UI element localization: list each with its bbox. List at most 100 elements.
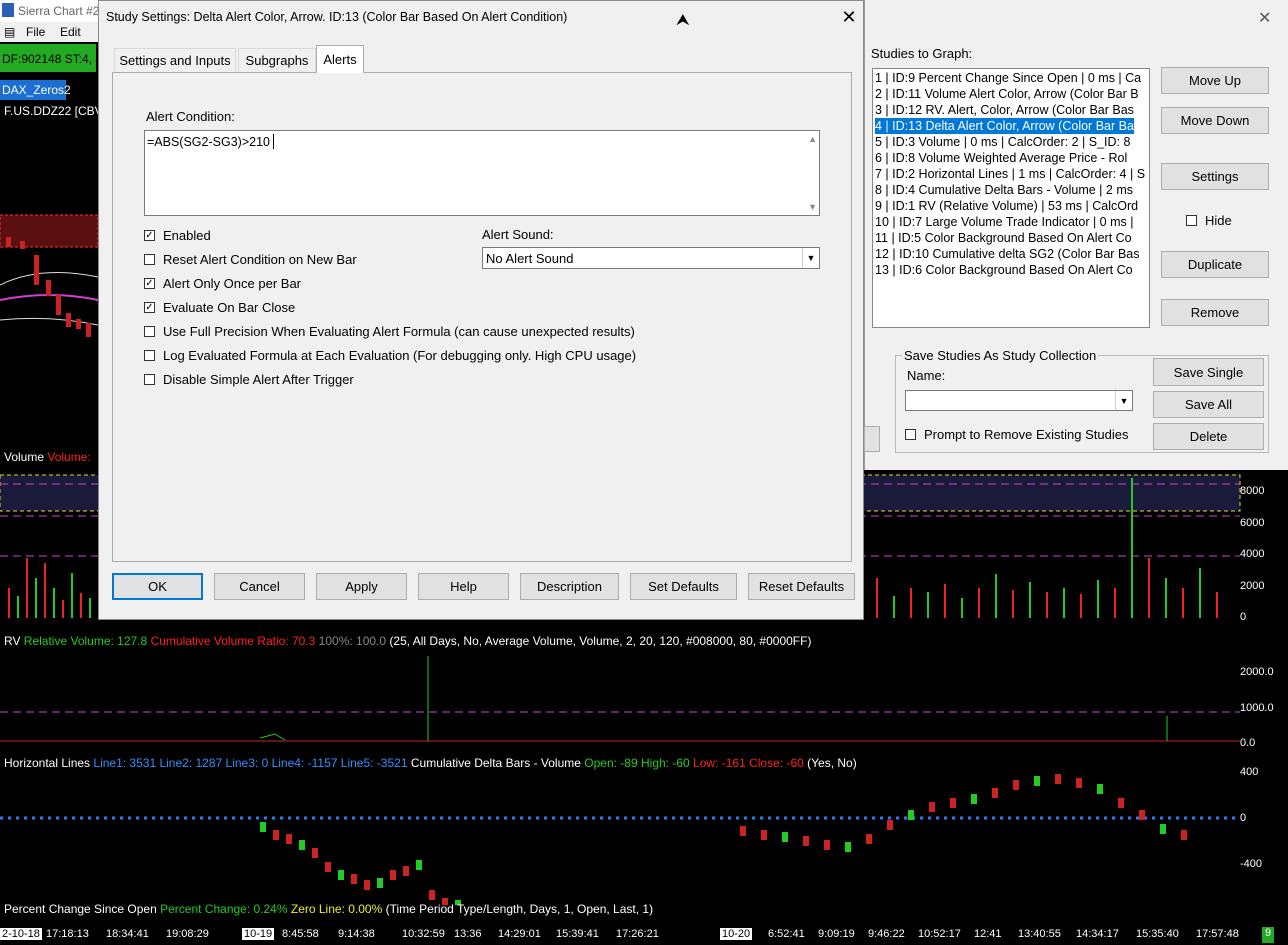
chart-tab-label: DAX_Zeros2 xyxy=(2,83,71,97)
evaluate-bar-close-checkbox[interactable]: ✓ Evaluate On Bar Close xyxy=(144,298,295,316)
study-item[interactable]: 6 | ID:8 Volume Weighted Average Price -… xyxy=(875,150,1127,166)
cdb-candle xyxy=(761,830,767,840)
duplicate-button[interactable]: Duplicate xyxy=(1161,251,1269,278)
menu-edit[interactable]: Edit xyxy=(60,25,81,39)
checkbox-box[interactable] xyxy=(144,325,155,337)
cdb-candle xyxy=(416,860,422,870)
study-item[interactable]: 10 | ID:7 Large Volume Trade Indicator |… xyxy=(875,214,1133,230)
description-button[interactable]: Description xyxy=(520,573,619,600)
set-defaults-button[interactable]: Set Defaults xyxy=(630,573,737,600)
alert-condition-input[interactable]: =ABS(SG2-SG3)>210 ▲ ▼ xyxy=(144,130,820,216)
menu-file[interactable]: File xyxy=(26,25,45,39)
chevron-down-icon[interactable]: ▼ xyxy=(802,248,819,268)
cdb-candle xyxy=(325,862,331,872)
volume-bar xyxy=(89,598,91,618)
alert-condition-text: =ABS(SG2-SG3)>210 xyxy=(147,135,270,149)
alert-once-checkbox[interactable]: ✓ Alert Only Once per Bar xyxy=(144,274,301,292)
checkbox-box[interactable] xyxy=(144,349,155,361)
cdb-axis-neg400: -400 xyxy=(1240,858,1263,870)
study-item-selected[interactable]: 4 | ID:13 Delta Alert Color, Arrow (Colo… xyxy=(875,118,1134,134)
chart-tab[interactable]: DAX_Zeros2 xyxy=(0,80,71,100)
cdb-candle xyxy=(1076,778,1082,788)
time-label: 13:36 xyxy=(454,928,482,940)
full-precision-checkbox[interactable]: Use Full Precision When Evaluating Alert… xyxy=(144,322,635,340)
menu-icon[interactable]: ▤ xyxy=(4,25,15,39)
disable-simple-alert-checkbox[interactable]: Disable Simple Alert After Trigger xyxy=(144,370,354,388)
checkbox-label: Reset Alert Condition on New Bar xyxy=(163,251,357,267)
study-item[interactable]: 13 | ID:6 Color Background Based On Aler… xyxy=(875,262,1133,278)
study-item[interactable]: 12 | ID:10 Cumulative delta SG2 (Color B… xyxy=(875,246,1139,262)
cdb-candle xyxy=(1097,784,1103,794)
volume-bar xyxy=(1199,568,1201,618)
volume-bar xyxy=(1114,588,1116,618)
settings-button[interactable]: Settings xyxy=(1161,163,1269,190)
checkbox-box[interactable] xyxy=(144,373,155,385)
prompt-remove-label: Prompt to Remove Existing Studies xyxy=(924,427,1129,442)
tab-subgraphs[interactable]: Subgraphs xyxy=(238,48,316,72)
mouse-cursor-icon: ⮝ xyxy=(676,12,690,29)
move-down-button[interactable]: Move Down xyxy=(1161,107,1269,134)
prompt-remove-box[interactable] xyxy=(905,429,916,440)
reset-defaults-button[interactable]: Reset Defaults xyxy=(748,573,855,600)
checkbox-box[interactable]: ✓ xyxy=(144,301,155,313)
checkbox-box[interactable]: ✓ xyxy=(144,277,155,289)
study-item[interactable]: 3 | ID:12 RV. Alert, Color, Arrow (Color… xyxy=(875,102,1134,118)
study-item[interactable]: 9 | ID:1 RV (Relative Volume) | 53 ms | … xyxy=(875,198,1138,214)
study-item[interactable]: 5 | ID:3 Volume | 0 ms | CalcOrder: 2 | … xyxy=(875,134,1130,150)
cdb-candle xyxy=(377,878,383,888)
study-item[interactable]: 7 | ID:2 Horizontal Lines | 1 ms | CalcO… xyxy=(875,166,1145,182)
price-chart-fragment xyxy=(0,214,98,337)
delete-button[interactable]: Delete xyxy=(1153,423,1264,450)
study-item[interactable]: 11 | ID:5 Color Background Based On Aler… xyxy=(875,230,1132,246)
scroll-up-icon[interactable]: ▲ xyxy=(808,134,817,144)
save-all-button[interactable]: Save All xyxy=(1153,391,1264,418)
hide-checkbox-box[interactable] xyxy=(1186,215,1197,226)
stats-text: DF:902148 ST:4, 4 xyxy=(2,52,103,66)
scroll-down-icon[interactable]: ▼ xyxy=(808,202,817,212)
move-up-button[interactable]: Move Up xyxy=(1161,67,1269,94)
studies-hscrollbar[interactable]: < > xyxy=(873,327,1149,328)
log-formula-checkbox[interactable]: Log Evaluated Formula at Each Evaluation… xyxy=(144,346,636,364)
volume-bar xyxy=(44,563,46,618)
cdb-candle xyxy=(1160,824,1166,834)
collection-name-combo[interactable]: ▼ xyxy=(905,390,1133,411)
remove-button[interactable]: Remove xyxy=(1161,299,1269,326)
chevron-down-icon[interactable]: ▼ xyxy=(1115,391,1132,410)
cancel-button[interactable]: Cancel xyxy=(214,573,305,600)
volume-bar xyxy=(995,574,997,618)
volume-bar xyxy=(1216,592,1218,618)
hide-checkbox[interactable]: Hide xyxy=(1186,213,1232,228)
pc-name: Percent Change Since Open xyxy=(4,902,157,916)
volume-bar xyxy=(80,593,82,618)
checkbox-box[interactable]: ✓ xyxy=(144,229,155,241)
alert-sound-select[interactable]: No Alert Sound ▼ xyxy=(482,247,820,269)
rv-name: RV xyxy=(4,634,21,648)
dialog-close-icon[interactable]: ✕ xyxy=(838,6,860,28)
cdb-candle xyxy=(273,830,279,840)
volume-bar xyxy=(1080,594,1082,618)
study-item[interactable]: 8 | ID:4 Cumulative Delta Bars - Volume … xyxy=(875,182,1133,198)
prompt-remove-checkbox[interactable]: Prompt to Remove Existing Studies xyxy=(905,427,1128,442)
save-single-button[interactable]: Save Single xyxy=(1153,358,1264,386)
study-item[interactable]: 2 | ID:11 Volume Alert Color, Arrow (Col… xyxy=(875,86,1139,102)
volume-bar xyxy=(1012,590,1014,618)
apply-button[interactable]: Apply xyxy=(316,573,407,600)
price-candles xyxy=(6,237,91,337)
help-button[interactable]: Help xyxy=(418,573,509,600)
time-label: 15:35:40 xyxy=(1136,928,1179,940)
checkbox-box[interactable] xyxy=(144,253,155,265)
volume-bar xyxy=(927,592,929,618)
tab-settings-and-inputs[interactable]: Settings and Inputs xyxy=(114,48,236,72)
hl-line4: Line4: -1157 xyxy=(271,756,338,770)
enabled-checkbox[interactable]: ✓ Enabled xyxy=(144,226,211,244)
ok-button[interactable]: OK xyxy=(112,573,203,600)
study-item[interactable]: 1 | ID:9 Percent Change Since Open | 0 m… xyxy=(875,70,1141,86)
partial-button[interactable] xyxy=(864,426,880,452)
time-label: 18:34:41 xyxy=(106,928,149,940)
tab-alerts[interactable]: Alerts xyxy=(316,45,364,73)
cdb-candles xyxy=(260,774,1187,905)
volume-bar xyxy=(53,588,55,618)
studies-close-icon[interactable]: ✕ xyxy=(1258,8,1271,28)
reset-alert-checkbox[interactable]: Reset Alert Condition on New Bar xyxy=(144,250,357,268)
studies-list[interactable]: 1 | ID:9 Percent Change Since Open | 0 m… xyxy=(872,68,1150,328)
